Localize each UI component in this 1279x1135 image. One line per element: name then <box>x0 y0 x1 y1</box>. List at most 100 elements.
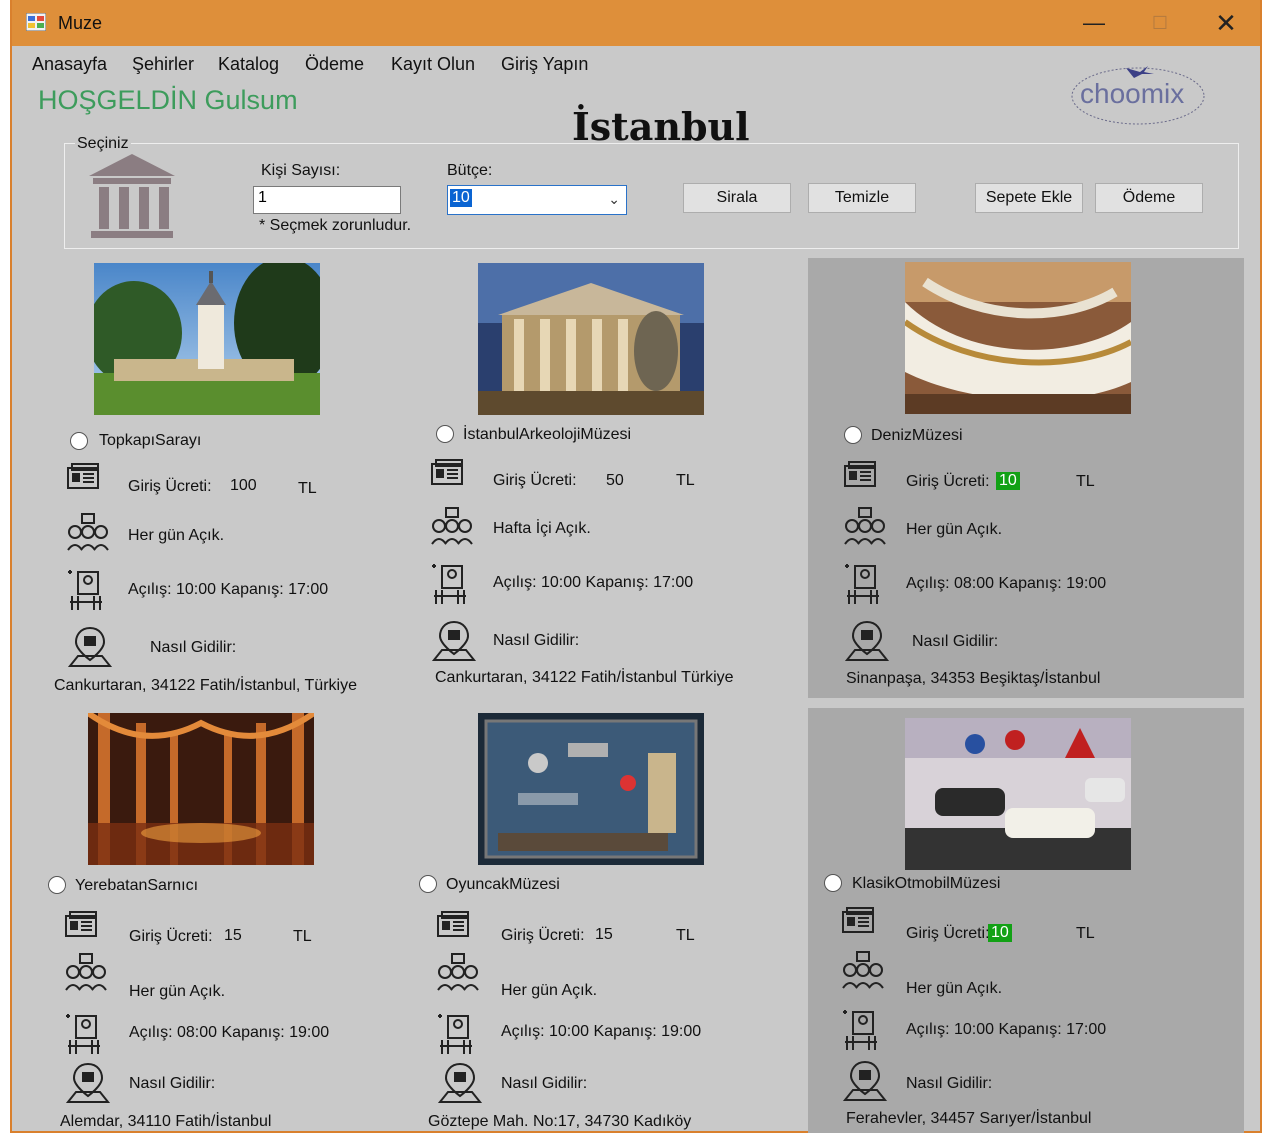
opening-days: Her gün Açık. <box>906 980 1003 997</box>
location-pin-icon <box>430 618 478 667</box>
toy-photo <box>478 713 704 865</box>
museum-name: YerebatanSarnıcı <box>75 877 199 894</box>
opening-days: Her gün Açık. <box>129 983 226 1000</box>
opening-days: Her gün Açık. <box>501 982 598 999</box>
museum-name: TopkapıSarayı <box>99 432 202 449</box>
museum-radio[interactable] <box>419 875 437 893</box>
add-to-cart-button[interactable]: Sepete Ekle <box>975 183 1083 213</box>
entry-fee-value: 15 <box>224 927 242 944</box>
entry-fee-label: Giriş Ücreti: <box>493 472 577 489</box>
entry-fee-label: Giriş Ücreti: <box>906 473 990 490</box>
currency-label: TL <box>1076 473 1095 490</box>
opening-hours: Açılış: 10:00 Kapanış: 17:00 <box>493 574 694 591</box>
museum-address: Ferahevler, 34457 Sarıyer/İstanbul <box>846 1110 1092 1127</box>
visitor-icon <box>436 1012 476 1061</box>
selection-group: Seçiniz Kişi Sayısı: 1 * Seçmek zorunlud… <box>64 135 1239 249</box>
museum-radio[interactable] <box>436 425 454 443</box>
menu-item-kayit-olun[interactable]: Kayıt Olun <box>391 54 475 75</box>
menu-item-odeme[interactable]: Ödeme <box>305 54 364 75</box>
directions-label: Nasıl Gidilir: <box>150 639 237 656</box>
group-label: Seçiniz <box>75 135 131 153</box>
opening-hours: Açılış: 10:00 Kapanış: 17:00 <box>906 1021 1107 1038</box>
museum-address: Cankurtaran, 34122 Fatih/İstanbul, Türki… <box>54 677 357 694</box>
people-icon <box>843 506 887 551</box>
logo-text: choomix <box>1080 78 1184 109</box>
minimize-button[interactable]: — <box>1072 6 1116 40</box>
chevron-down-icon: ⌄ <box>608 191 620 207</box>
museum-address: Alemdar, 34110 Fatih/İstanbul <box>60 1113 272 1130</box>
entry-fee-value: 10 <box>988 924 1012 942</box>
museum-radio[interactable] <box>824 874 842 892</box>
entry-fee-label: Giriş Ücreti: <box>906 925 990 942</box>
palace-photo <box>94 263 320 415</box>
maximize-button[interactable]: ☐ <box>1138 6 1182 40</box>
ticket-icon <box>430 458 466 493</box>
clear-button[interactable]: Temizle <box>808 183 916 213</box>
directions-label: Nasıl Gidilir: <box>129 1075 216 1092</box>
naval-photo <box>905 262 1131 414</box>
people-count-label: Kişi Sayısı: <box>261 162 341 179</box>
title-bar: Muze — ☐ ✕ <box>12 0 1260 46</box>
menu-item-anasayfa[interactable]: Anasayfa <box>32 54 107 75</box>
opening-days: Her gün Açık. <box>906 521 1003 538</box>
people-icon <box>66 512 110 557</box>
entry-fee-label: Giriş Ücreti: <box>128 478 212 495</box>
visitor-icon <box>430 562 470 611</box>
payment-button[interactable]: Ödeme <box>1095 183 1203 213</box>
close-button[interactable]: ✕ <box>1204 6 1248 40</box>
entry-fee-label: Giriş Ücreti: <box>129 928 213 945</box>
museum-name: KlasikOtmobilMüzesi <box>852 875 1001 892</box>
museum-icon <box>89 154 175 238</box>
visitor-icon <box>64 1012 104 1061</box>
entry-fee-value: 15 <box>595 926 613 943</box>
opening-hours: Açılış: 10:00 Kapanış: 17:00 <box>128 581 329 598</box>
location-pin-icon <box>841 1058 889 1107</box>
archaeology-photo <box>478 263 704 415</box>
entry-fee-value: 100 <box>230 477 257 494</box>
museum-name: OyuncakMüzesi <box>446 876 560 893</box>
currency-label: TL <box>1076 925 1095 942</box>
currency-label: TL <box>676 472 695 489</box>
opening-days: Her gün Açık. <box>128 527 225 544</box>
visitor-icon <box>843 562 883 611</box>
location-pin-icon <box>66 624 114 673</box>
people-icon <box>430 506 474 551</box>
ticket-icon <box>436 910 472 945</box>
museum-radio[interactable] <box>70 432 88 450</box>
window-title: Muze <box>58 13 103 33</box>
app-window: Muze — ☐ ✕ Anasayfa Şehirler Katalog Öde… <box>10 0 1262 1133</box>
directions-label: Nasıl Gidilir: <box>493 632 580 649</box>
budget-label: Bütçe: <box>447 162 493 179</box>
directions-label: Nasıl Gidilir: <box>912 633 999 650</box>
sort-button[interactable]: Sirala <box>683 183 791 213</box>
directions-label: Nasıl Gidilir: <box>906 1075 993 1092</box>
visitor-icon <box>66 568 106 617</box>
opening-hours: Açılış: 08:00 Kapanış: 19:00 <box>129 1024 330 1041</box>
entry-fee-value: 10 <box>996 472 1020 490</box>
brand-logo: choomix <box>1068 60 1208 130</box>
museum-radio[interactable] <box>48 876 66 894</box>
museum-address: Cankurtaran, 34122 Fatih/İstanbul Türkiy… <box>435 669 734 686</box>
welcome-label: HOŞGELDİN Gulsum <box>38 85 298 115</box>
ticket-icon <box>841 906 877 941</box>
visitor-icon <box>841 1008 881 1057</box>
ticket-icon <box>64 910 100 945</box>
currency-label: TL <box>293 928 312 945</box>
entry-fee-label: Giriş Ücreti: <box>501 927 585 944</box>
budget-select[interactable]: 10 ⌄ <box>447 185 627 215</box>
menu-item-giris-yapin[interactable]: Giriş Yapın <box>501 54 588 75</box>
required-note: * Seçmek zorunludur. <box>259 217 412 234</box>
currency-label: TL <box>298 480 317 497</box>
location-pin-icon <box>64 1060 112 1109</box>
museum-name: İstanbulArkeolojiMüzesi <box>463 426 632 443</box>
opening-days: Hafta İçi Açık. <box>493 520 591 537</box>
menu-item-sehirler[interactable]: Şehirler <box>132 54 194 75</box>
budget-selected-value: 10 <box>450 189 472 207</box>
people-count-input[interactable]: 1 <box>253 186 401 214</box>
museum-name: DenizMüzesi <box>871 427 963 444</box>
ticket-icon <box>843 460 879 495</box>
museum-address: Sinanpaşa, 34353 Beşiktaş/İstanbul <box>846 670 1101 687</box>
museum-radio[interactable] <box>844 426 862 444</box>
menu-item-katalog[interactable]: Katalog <box>218 54 279 75</box>
location-pin-icon <box>436 1060 484 1109</box>
